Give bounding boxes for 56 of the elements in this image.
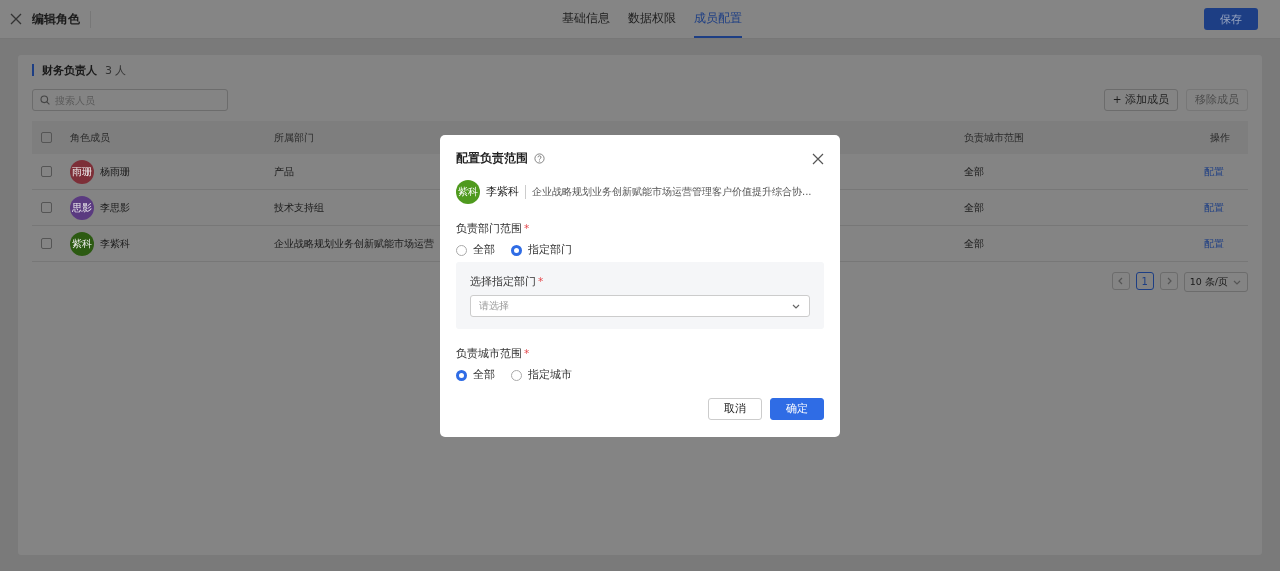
field-label: 负责部门范围	[456, 222, 522, 234]
add-member-button[interactable]: + 添加成员	[1103, 89, 1178, 111]
avatar: 紫科	[69, 231, 94, 256]
member-name: 李紫科	[486, 185, 519, 199]
column-header: 负责城市范围	[964, 131, 1025, 143]
required-mark: *	[524, 347, 530, 359]
table-cell: 产品	[274, 165, 295, 177]
close-icon[interactable]	[10, 13, 22, 25]
table-cell: 技术支持组	[274, 201, 325, 213]
previous-page-button[interactable]	[1111, 272, 1130, 290]
radio-option[interactable]: 指定部门	[511, 243, 572, 257]
page-size-select[interactable]: 10 条/页	[1183, 272, 1248, 292]
checkbox[interactable]	[41, 132, 52, 143]
next-page-button[interactable]	[1159, 272, 1178, 290]
section-title: 财务负责人	[42, 62, 97, 78]
member-department: 企业战略规划业务创新赋能市场运营管理客户价值提升综合协...	[525, 185, 812, 199]
member-name: 杨雨珊	[99, 164, 130, 179]
column-header: 所属部门	[274, 131, 315, 143]
cancel-button[interactable]: 取消	[708, 398, 762, 420]
table-cell: 全部	[964, 237, 985, 249]
member-name: 李思影	[99, 200, 130, 215]
section-marker	[32, 64, 34, 76]
page-title: 编辑角色	[26, 10, 91, 28]
field-label: 选择指定部门	[470, 275, 536, 287]
field-label: 负责城市范围	[456, 347, 522, 359]
table-cell: 全部	[964, 201, 985, 213]
close-icon[interactable]	[812, 152, 824, 165]
radio-option[interactable]: 全部	[456, 368, 495, 382]
dialog-title: 配置负责范围	[456, 151, 528, 166]
table-cell: 全部	[964, 165, 985, 177]
table-cell: 企业战略规划业务创新赋能市场运营	[274, 237, 435, 249]
column-header: 角色成员	[69, 131, 110, 143]
checkbox[interactable]	[41, 238, 52, 249]
tab[interactable]: 成员配置	[694, 0, 742, 38]
required-mark: *	[538, 275, 544, 287]
checkbox[interactable]	[41, 202, 52, 213]
department-select[interactable]: 请选择	[470, 295, 810, 317]
member-name: 李紫科	[99, 236, 130, 251]
tab[interactable]: 基础信息	[562, 0, 610, 38]
column-header: 操作	[1210, 131, 1230, 143]
page-button[interactable]: 1	[1135, 272, 1154, 290]
configure-link[interactable]: 配置	[1204, 237, 1224, 249]
tab[interactable]: 数据权限	[628, 0, 676, 38]
save-button[interactable]: 保存	[1204, 8, 1258, 30]
radio-option[interactable]: 指定城市	[511, 368, 572, 382]
configure-link[interactable]: 配置	[1204, 201, 1224, 213]
help-icon[interactable]	[534, 153, 545, 164]
avatar: 雨珊	[69, 159, 94, 184]
radio-option[interactable]: 全部	[456, 243, 495, 257]
avatar: 紫科	[456, 180, 480, 204]
member-count: 3 人	[105, 62, 127, 78]
confirm-button[interactable]: 确定	[770, 398, 824, 420]
configure-link[interactable]: 配置	[1204, 165, 1224, 177]
required-mark: *	[524, 222, 530, 234]
avatar: 思影	[69, 195, 94, 220]
checkbox[interactable]	[41, 166, 52, 177]
